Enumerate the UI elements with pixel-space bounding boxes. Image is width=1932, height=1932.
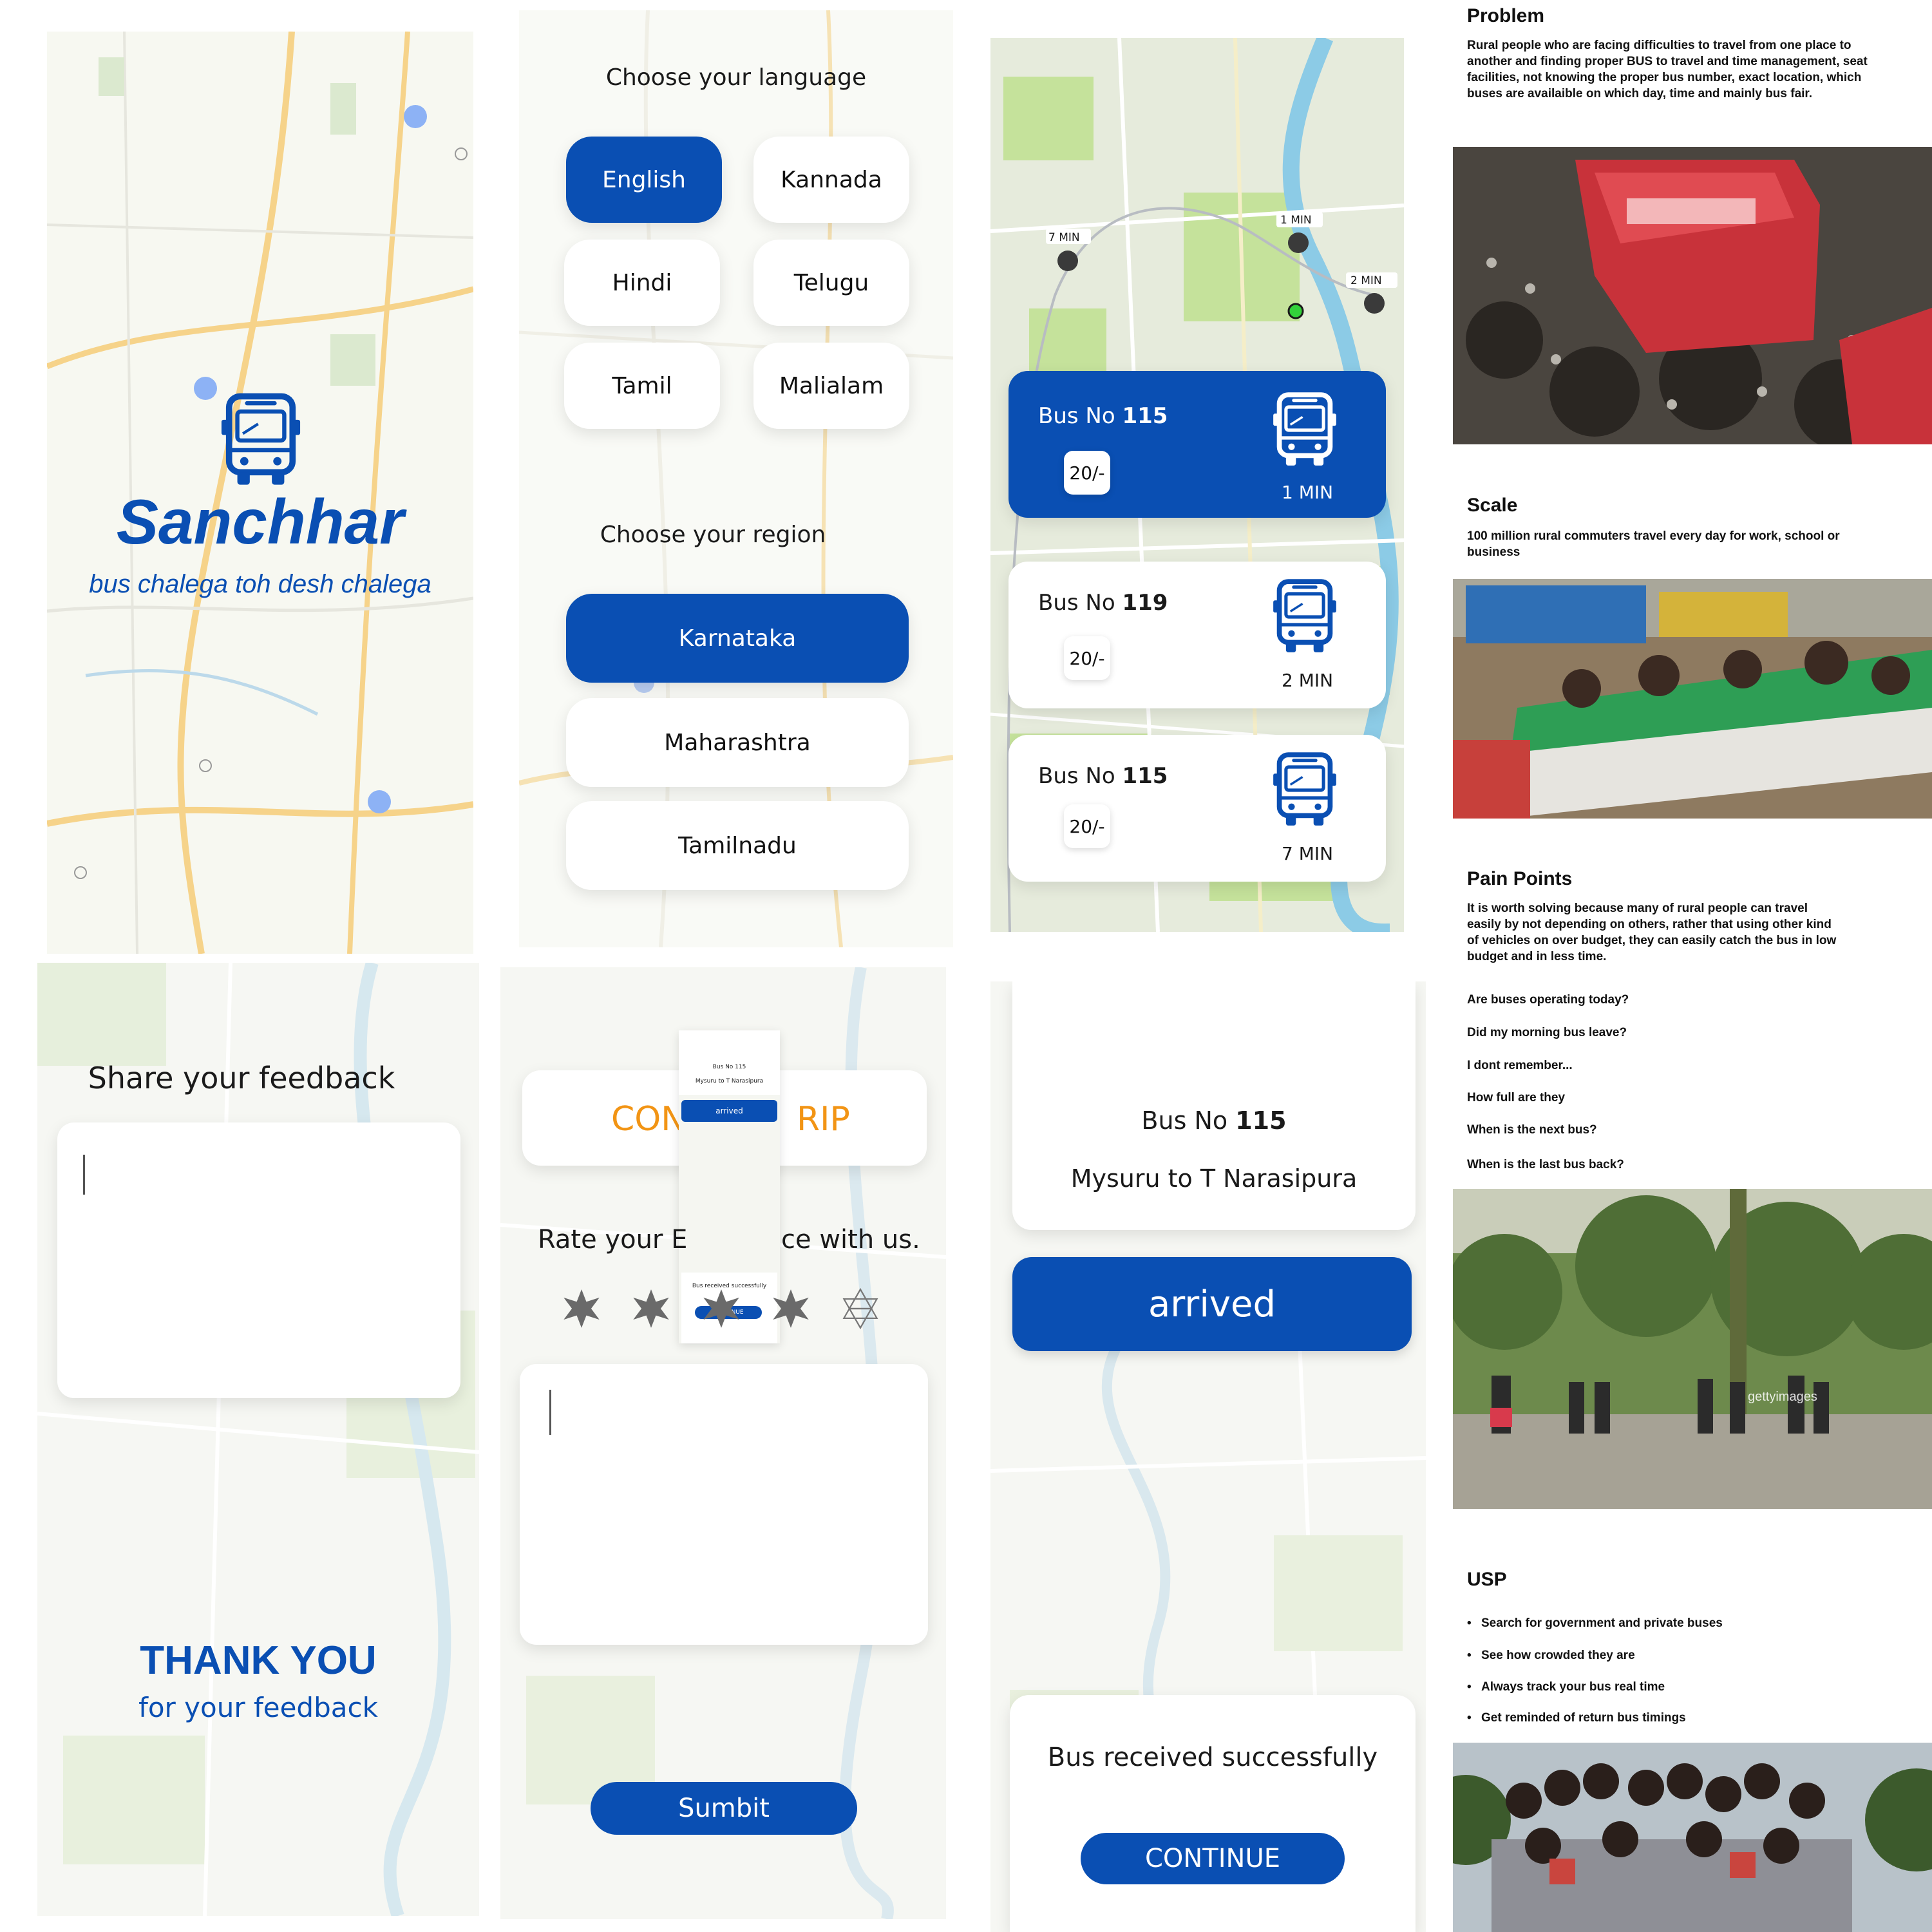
feedback-screen: Share your feedback THANK YOU for your f…: [37, 963, 479, 1916]
trip-banner-text-right: RIP: [797, 1100, 850, 1139]
pain-question: Did my morning bus leave?: [1467, 1026, 1627, 1039]
pain-question: When is the last bus back?: [1467, 1158, 1624, 1171]
pain-points-title: Pain Points: [1467, 868, 1573, 889]
arrived-button[interactable]: arrived: [1012, 1257, 1412, 1351]
bus-list-screen: 7 MIN 1 MIN 2 MIN Bus No 115 20/- 1 MIN …: [990, 38, 1404, 932]
star-icon[interactable]: [770, 1288, 811, 1329]
text-cursor: [549, 1390, 551, 1435]
star-icon[interactable]: [561, 1288, 602, 1329]
fare-badge: 20/-: [1064, 636, 1110, 680]
bus-eta: 7 MIN: [1282, 843, 1334, 864]
pain-question: I dont remember...: [1467, 1059, 1573, 1072]
bus-icon: [214, 392, 307, 489]
scale-title: Scale: [1467, 495, 1518, 516]
star-icon[interactable]: [701, 1288, 742, 1329]
thank-you-heading: THANK YOU: [140, 1638, 377, 1683]
language-option-kannada[interactable]: Kannada: [753, 137, 909, 223]
pain-points-photo: [1453, 1189, 1932, 1509]
language-screen: Choose your language English Kannada Hin…: [519, 10, 953, 947]
bus-label: Bus No: [1038, 403, 1115, 429]
language-option-tamil[interactable]: Tamil: [564, 343, 720, 429]
region-option-karnataka[interactable]: Karnataka: [566, 594, 909, 683]
bus-label: Bus No: [1038, 590, 1115, 616]
trip-banner-text-left: CON: [611, 1100, 687, 1139]
text-cursor: [83, 1155, 85, 1195]
bus-eta: 1 MIN: [1282, 482, 1334, 503]
fare-badge: 20/-: [1064, 804, 1110, 848]
problem-text: Rural people who are facing difficulties…: [1467, 39, 1868, 100]
map-eta-label: 7 MIN: [1048, 231, 1080, 244]
photo-watermark: gettyimages: [1748, 1390, 1817, 1404]
rate-text-left: Rate your E: [538, 1225, 688, 1255]
usp-item: Always track your bus real time: [1467, 1680, 1665, 1694]
bus-icon: [1269, 752, 1341, 829]
bus-number: 119: [1122, 590, 1168, 616]
scale-photo: [1453, 579, 1932, 819]
map-background: [37, 963, 479, 1916]
usp-item: See how crowded they are: [1467, 1649, 1635, 1663]
usp-photo: [1453, 1743, 1932, 1932]
review-textarea[interactable]: [520, 1364, 928, 1645]
pain-question: When is the next bus?: [1467, 1123, 1597, 1137]
thank-you-subtitle: for your feedback: [138, 1692, 378, 1723]
map-eta-label: 1 MIN: [1280, 214, 1312, 227]
feedback-textarea[interactable]: [57, 1122, 460, 1398]
pain-points-text: It is worth solving because many of rura…: [1467, 902, 1837, 963]
bus-number: 115: [1122, 763, 1168, 789]
rating-screen: CON RIP Bus No 115 Mysuru to T Narasipur…: [500, 967, 946, 1919]
research-panel: Problem Rural people who are facing diff…: [1453, 0, 1932, 1932]
mini-route: Mysuru to T Narasipura: [695, 1078, 764, 1084]
fare-badge: 20/-: [1064, 451, 1110, 495]
pain-question: How full are they: [1467, 1091, 1566, 1104]
pain-question: Are buses operating today?: [1467, 993, 1629, 1007]
bus-card[interactable]: Bus No 119 20/- 2 MIN: [1009, 562, 1386, 708]
bus-number: 115: [1122, 403, 1168, 429]
bus-label: Bus No: [1038, 763, 1115, 789]
language-option-malialam[interactable]: Malialam: [753, 343, 909, 429]
language-option-english[interactable]: English: [566, 137, 722, 223]
splash-screen: Sanchhar bus chalega toh desh chalega: [47, 32, 473, 954]
region-option-maharashtra[interactable]: Maharashtra: [566, 698, 909, 787]
bus-card-selected[interactable]: Bus No 115 20/- 1 MIN: [1009, 371, 1386, 518]
usp-item: Get reminded of return bus timings: [1467, 1711, 1686, 1725]
bus-eta: 2 MIN: [1282, 670, 1334, 691]
star-icon[interactable]: [630, 1288, 672, 1329]
bus-number-label: Bus No 115: [1012, 1106, 1416, 1135]
star-outline-icon[interactable]: [840, 1288, 881, 1329]
region-option-tamilnadu[interactable]: Tamilnadu: [566, 801, 909, 890]
mini-bus-label: Bus No 115: [712, 1064, 746, 1070]
bus-info-card: Bus No 115 Mysuru to T Narasipura: [1012, 981, 1416, 1230]
map-eta-label: 2 MIN: [1350, 274, 1382, 287]
region-title: Choose your region: [600, 522, 826, 548]
language-option-hindi[interactable]: Hindi: [564, 240, 720, 326]
rate-text-right: ce with us.: [781, 1225, 920, 1255]
usp-item: Search for government and private buses: [1467, 1616, 1723, 1631]
mini-arrived-button: arrived: [681, 1100, 777, 1122]
received-card: Bus received successfully CONTINUE: [1010, 1695, 1416, 1932]
received-text: Bus received successfully: [1047, 1743, 1378, 1772]
problem-photo: [1453, 147, 1932, 444]
language-title: Choose your language: [605, 64, 867, 91]
route-label: Mysuru to T Narasipura: [1070, 1164, 1358, 1193]
continue-button[interactable]: CONTINUE: [1081, 1833, 1345, 1884]
language-option-telugu[interactable]: Telugu: [753, 240, 909, 326]
bus-card[interactable]: Bus No 115 20/- 7 MIN: [1009, 735, 1386, 882]
scale-text: 100 million rural commuters travel every…: [1467, 529, 1840, 559]
bus-label: Bus No: [1141, 1106, 1228, 1135]
usp-title: USP: [1467, 1569, 1507, 1590]
arrival-screen: Bus No 115 Mysuru to T Narasipura arrive…: [990, 981, 1426, 1932]
app-title: Sanchhar: [116, 486, 404, 557]
bus-icon: [1269, 392, 1341, 469]
problem-title: Problem: [1467, 5, 1545, 26]
bus-icon: [1269, 578, 1341, 656]
feedback-title: Share your feedback: [88, 1061, 395, 1095]
submit-button[interactable]: Sumbit: [591, 1782, 857, 1835]
bus-number: 115: [1235, 1106, 1287, 1135]
app-tagline: bus chalega toh desh chalega: [89, 570, 431, 598]
